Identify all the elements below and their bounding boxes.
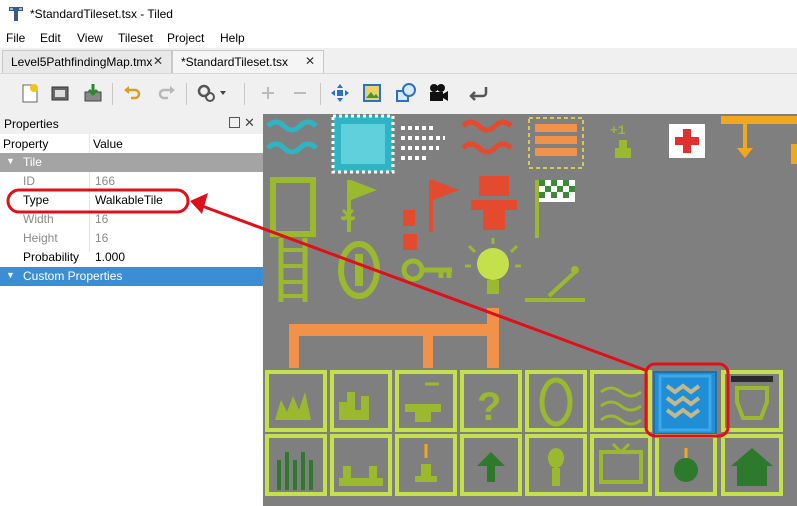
type-highlight-annotation — [6, 188, 190, 214]
annotation-arrow-line — [201, 204, 646, 372]
annotation-overlay — [6, 188, 730, 438]
tile-highlight-annotation — [644, 362, 730, 438]
annotation-arrowhead — [190, 193, 208, 214]
